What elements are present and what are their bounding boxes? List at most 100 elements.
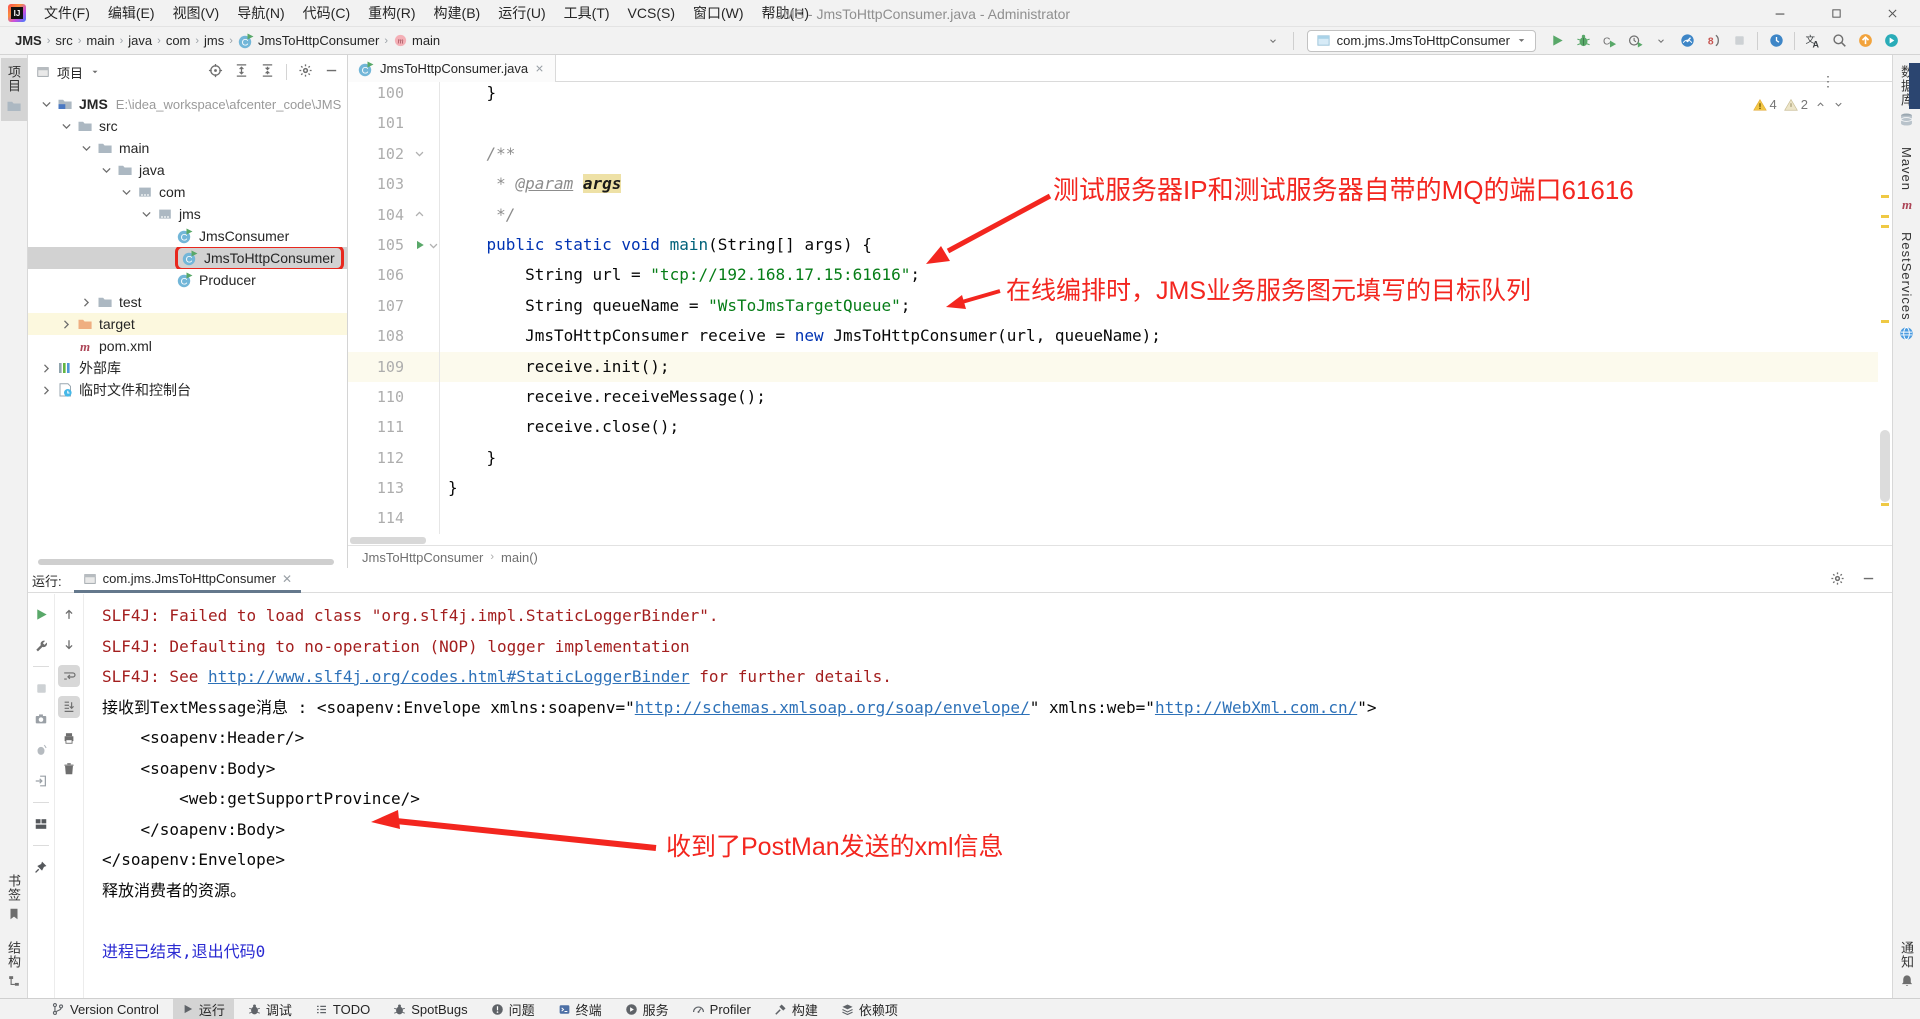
- maximize-button[interactable]: [1808, 0, 1864, 27]
- console-link[interactable]: http://WebXml.com.cn/: [1155, 698, 1357, 717]
- breadcrumb-item-main[interactable]: mmain: [390, 33, 443, 48]
- fold-icon[interactable]: [428, 240, 439, 251]
- breadcrumb-item-jmstohttpconsumer[interactable]: CJmsToHttpConsumer: [235, 33, 382, 49]
- statusbar-运行[interactable]: 运行: [173, 999, 234, 1019]
- rerun-button[interactable]: [30, 603, 52, 625]
- hide-button[interactable]: [324, 63, 339, 81]
- line-number[interactable]: 104: [348, 200, 412, 230]
- profiler-dropdown-button[interactable]: [1648, 29, 1674, 53]
- statusbar-spotbugs[interactable]: SpotBugs: [384, 999, 476, 1019]
- user-button[interactable]: [1260, 29, 1286, 53]
- updates-button[interactable]: [1763, 29, 1789, 53]
- gutter[interactable]: [412, 352, 440, 382]
- line-number[interactable]: 105: [348, 230, 412, 260]
- console-link[interactable]: http://www.slf4j.org/codes.html#StaticLo…: [208, 667, 690, 686]
- gutter[interactable]: [412, 473, 440, 503]
- line-number[interactable]: 100: [348, 82, 412, 108]
- line-number[interactable]: 102: [348, 139, 412, 169]
- search-everywhere-button[interactable]: [1826, 29, 1852, 53]
- expand-all-button[interactable]: [234, 63, 249, 81]
- warning-stripe-mark[interactable]: [1881, 503, 1889, 506]
- menu-u[interactable]: 运行(U): [489, 0, 554, 26]
- tree-item-jmstohttpconsumer[interactable]: CJmsToHttpConsumer: [28, 247, 347, 269]
- menu-vcss[interactable]: VCS(S): [619, 0, 684, 26]
- options-button[interactable]: [298, 63, 313, 81]
- project-panel-title[interactable]: 项目: [57, 63, 83, 82]
- statusbar-服务[interactable]: 服务: [616, 999, 678, 1019]
- chevron-down-icon[interactable]: [58, 120, 75, 133]
- gutter[interactable]: [412, 139, 440, 169]
- monitor-button[interactable]: [1674, 29, 1700, 53]
- dump-threads-button[interactable]: [30, 708, 52, 730]
- ide-update-button[interactable]: [1852, 29, 1878, 53]
- line-number[interactable]: 114: [348, 503, 412, 533]
- stripe-tab-通知[interactable]: 通知: [1894, 934, 1920, 995]
- line-number[interactable]: 111: [348, 412, 412, 442]
- stripe-tab-restservices[interactable]: RestServices: [1894, 225, 1920, 348]
- exit-button[interactable]: [30, 770, 52, 792]
- stripe-tab-书签[interactable]: 书签: [1, 867, 27, 928]
- chevron-right-icon[interactable]: [38, 384, 55, 397]
- tree-item-producer[interactable]: CProducer: [28, 269, 347, 291]
- gutter[interactable]: [412, 412, 440, 442]
- code-area[interactable]: 100 }101102 /**103 * @param args104 */10…: [348, 82, 1878, 545]
- gutter[interactable]: [412, 230, 440, 260]
- statusbar-问题[interactable]: 问题: [482, 999, 544, 1019]
- menu-r[interactable]: 重构(R): [359, 0, 424, 26]
- editor-hscrollbar[interactable]: [350, 537, 426, 544]
- tree-item-外部库[interactable]: 外部库: [28, 357, 347, 379]
- minimize-button[interactable]: [1752, 0, 1808, 27]
- gutter[interactable]: [412, 200, 440, 230]
- editor-scrollbar[interactable]: [1878, 82, 1892, 545]
- tree-item-jmsconsumer[interactable]: CJmsConsumer: [28, 225, 347, 247]
- chevron-down-icon[interactable]: [118, 186, 135, 199]
- statusbar-version-control[interactable]: Version Control: [42, 999, 168, 1019]
- menu-n[interactable]: 导航(N): [228, 0, 293, 26]
- fold-icon[interactable]: [414, 209, 425, 220]
- chevron-down-icon[interactable]: [138, 208, 155, 221]
- next-warning-icon[interactable]: [1833, 99, 1844, 110]
- menu-t[interactable]: 工具(T): [555, 0, 619, 26]
- chevron-down-icon[interactable]: [38, 98, 55, 111]
- restart-debug-button[interactable]: [30, 739, 52, 761]
- line-number[interactable]: 107: [348, 291, 412, 321]
- stripe-tab-maven[interactable]: Mavenm: [1894, 140, 1920, 219]
- breadcrumb-class[interactable]: JmsToHttpConsumer: [362, 550, 483, 565]
- warning-stripe-mark[interactable]: [1881, 195, 1889, 198]
- close-button[interactable]: [1864, 0, 1920, 27]
- statusbar-终端[interactable]: 终端: [549, 999, 611, 1019]
- locate-button[interactable]: [208, 63, 223, 81]
- code-with-me-button[interactable]: [1878, 29, 1904, 53]
- line-number[interactable]: 108: [348, 321, 412, 351]
- gutter[interactable]: [412, 443, 440, 473]
- chevron-right-icon[interactable]: [38, 362, 55, 375]
- attach-profiler-button[interactable]: 8: [1700, 29, 1726, 53]
- hide-button[interactable]: [1861, 571, 1876, 589]
- editor-more-icon[interactable]: ⋮: [1821, 73, 1836, 90]
- line-number[interactable]: 112: [348, 443, 412, 473]
- menu-e[interactable]: 编辑(E): [99, 0, 164, 26]
- tree-item-jms[interactable]: JMSE:\idea_workspace\afcenter_code\JMS: [28, 93, 347, 115]
- tree-item-pom.xml[interactable]: mpom.xml: [28, 335, 347, 357]
- inspections-widget[interactable]: 4 2: [1753, 97, 1844, 112]
- console-link[interactable]: http://schemas.xmlsoap.org/soap/envelope…: [635, 698, 1030, 717]
- gutter[interactable]: [412, 321, 440, 351]
- gutter[interactable]: [412, 169, 440, 199]
- console-tab[interactable]: com.jms.JmsToHttpConsumer ✕: [74, 568, 301, 593]
- chevron-right-icon[interactable]: [58, 318, 75, 331]
- print-button[interactable]: [58, 727, 80, 749]
- line-number[interactable]: 109: [348, 352, 412, 382]
- run-configuration-select[interactable]: com.jms.JmsToHttpConsumer: [1307, 30, 1536, 52]
- line-number[interactable]: 103: [348, 169, 412, 199]
- gutter[interactable]: [412, 382, 440, 412]
- run-icon[interactable]: [414, 239, 426, 251]
- run-coverage-button[interactable]: C: [1596, 29, 1622, 53]
- stripe-tab-结构[interactable]: 结构: [1, 934, 27, 995]
- breadcrumb-item-jms[interactable]: jms: [201, 33, 227, 48]
- warning-stripe-mark[interactable]: [1881, 320, 1889, 323]
- chevron-down-icon[interactable]: [78, 142, 95, 155]
- prev-warning-icon[interactable]: [1815, 99, 1826, 110]
- tree-item-main[interactable]: main: [28, 137, 347, 159]
- menu-w[interactable]: 窗口(W): [684, 0, 753, 26]
- tree-item-jms[interactable]: jms: [28, 203, 347, 225]
